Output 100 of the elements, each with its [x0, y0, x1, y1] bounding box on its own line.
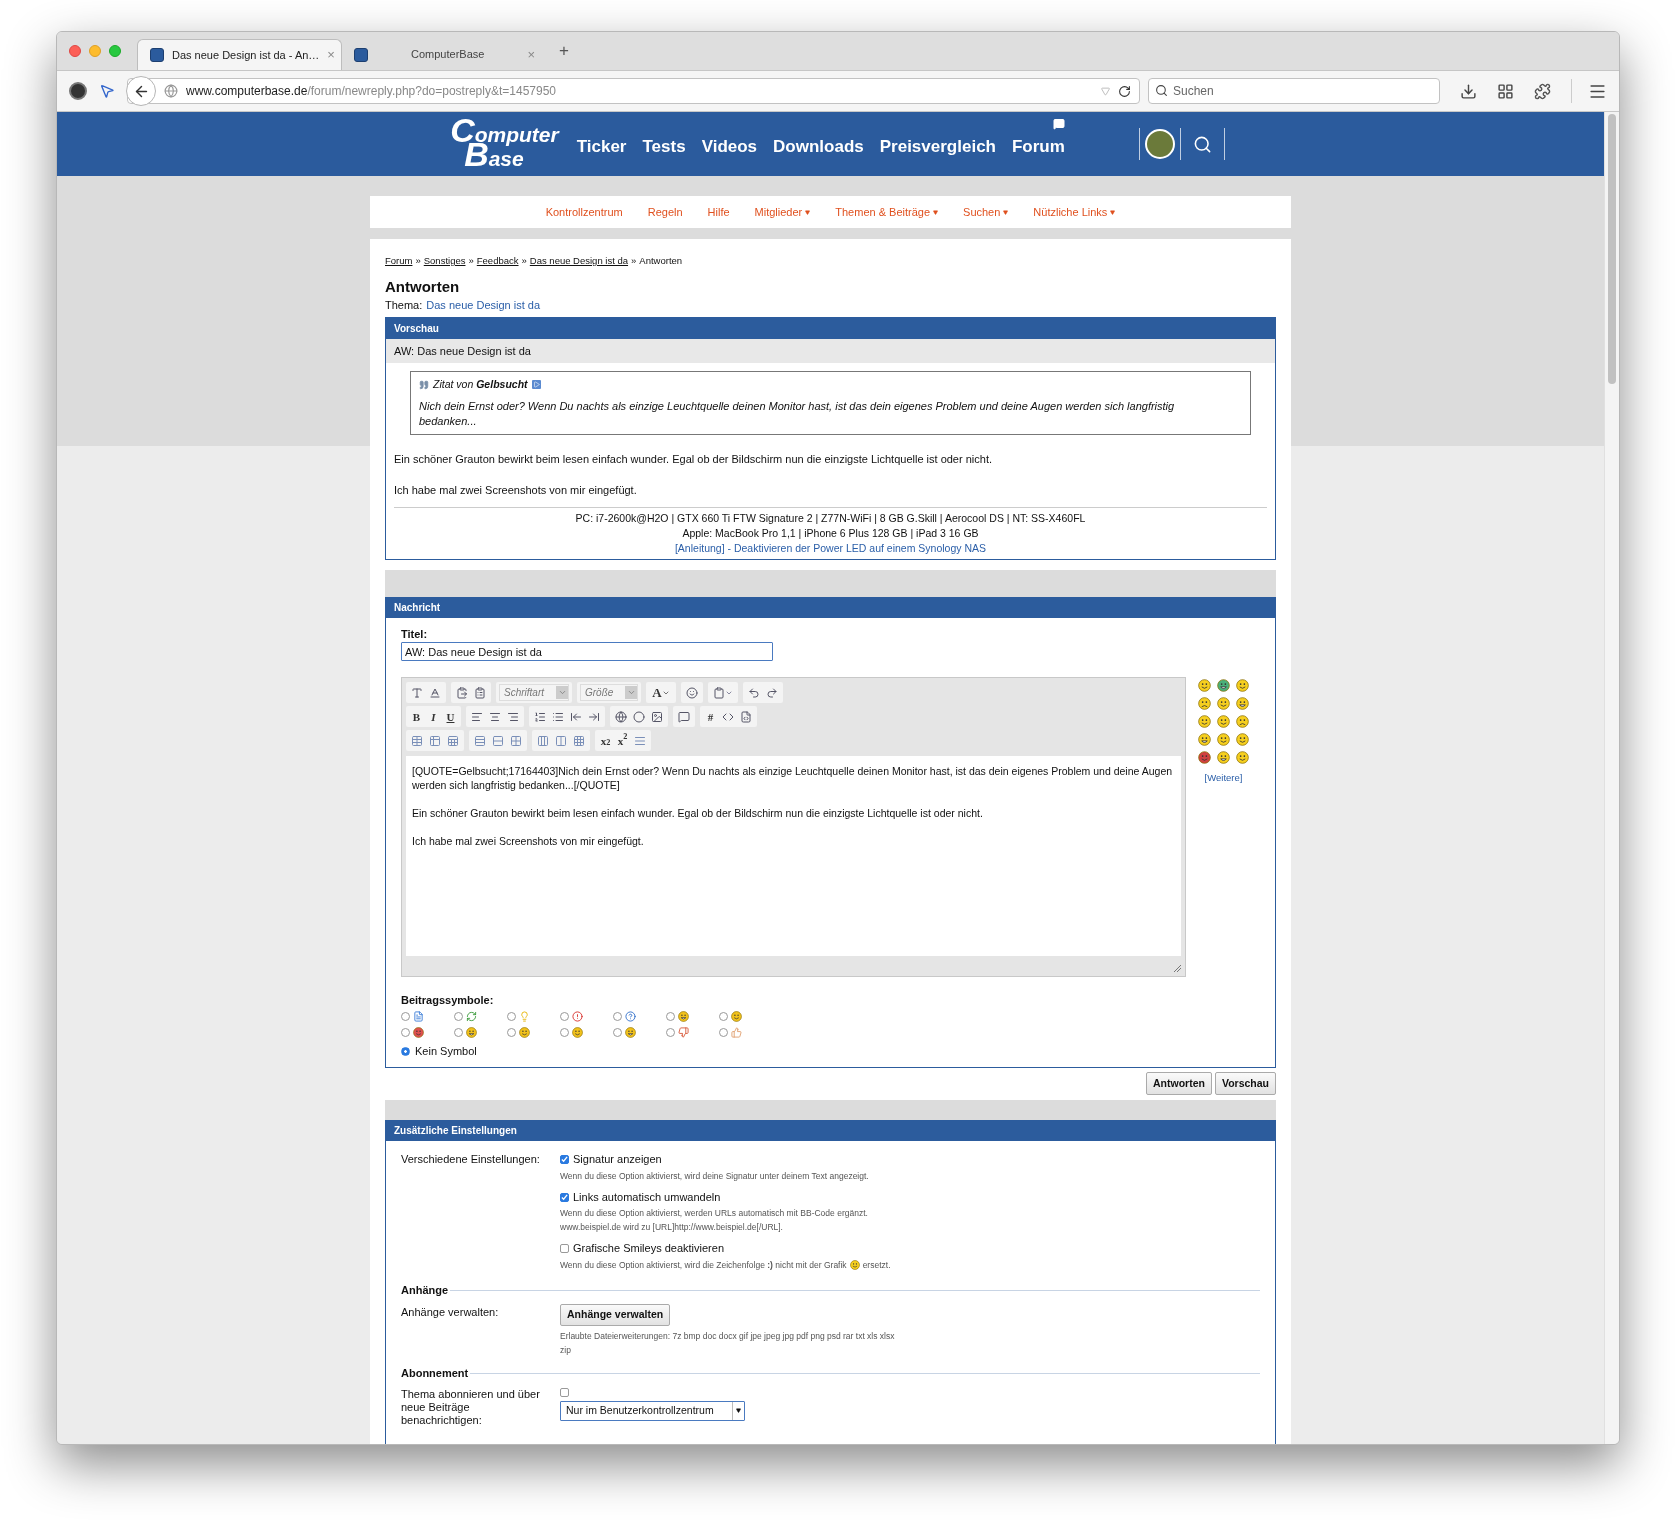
unlink-button[interactable] [631, 708, 647, 726]
radio-button[interactable] [560, 1011, 569, 1021]
download-icon[interactable] [1460, 82, 1477, 100]
paste-text-button[interactable] [472, 684, 488, 702]
radio-button[interactable] [719, 1011, 728, 1021]
sub-nav-link[interactable]: Hilfe [707, 203, 730, 221]
smiley-icon[interactable] [1236, 751, 1249, 765]
maximize-window-icon[interactable] [109, 45, 121, 57]
resize-handle-icon[interactable] [1173, 964, 1182, 974]
user-avatar[interactable] [1144, 129, 1175, 159]
nav-link[interactable]: Ticker [576, 137, 627, 157]
search-icon[interactable] [1192, 134, 1212, 154]
manage-attachments-button[interactable]: Anhänge verwalten [560, 1304, 671, 1327]
php-button[interactable] [738, 708, 754, 726]
radio-button[interactable] [613, 1027, 622, 1037]
link-button[interactable] [613, 708, 629, 726]
radio-button[interactable] [560, 1027, 569, 1037]
sub-nav-link[interactable]: Mitglieder [754, 203, 811, 221]
breadcrumb-link[interactable]: Forum [385, 254, 413, 269]
smiley-icon[interactable] [1236, 697, 1249, 711]
more-smilies-link[interactable]: [Weitere] [1204, 771, 1243, 786]
grid-icon[interactable] [1497, 82, 1514, 100]
format-button[interactable]: I [426, 708, 441, 726]
new-tab-button[interactable]: + [559, 38, 569, 64]
message-textarea[interactable]: [QUOTE=Gelbsucht;17164403]Nich dein Ernst oder? Wenn Du nachts als einzige Leuchtquelle deinen Monitor hast, ist das dein eigenes Problem und deine Augen werden sich langfristig bedanken...[/QUOTE] Ein schöner Grauton bewirkt beim lesen einfach wunder. Egal ob der Bildschirm nun die einzigste Lichtquelle ist oder nicht. Ich habe mal zwei Screenshots von mir eingefügt. [406, 756, 1181, 957]
smiley-icon[interactable] [1217, 679, 1230, 693]
notification-select[interactable]: Nur im Benutzerkontrollzentrum [560, 1400, 745, 1421]
go-to-post-icon[interactable] [531, 380, 541, 390]
tab-title: Das neue Design ist da - An… [172, 47, 320, 63]
smiley-icon[interactable] [1217, 715, 1230, 729]
radio-button[interactable] [507, 1011, 516, 1021]
breadcrumb-link[interactable]: Das neue Design ist da [529, 254, 629, 269]
text-color-button[interactable]: A [649, 684, 673, 702]
checkbox-label: Links automatisch umwandeln [573, 1189, 721, 1205]
sub-nav-link[interactable]: Themen & Beiträge [835, 203, 939, 221]
title-input[interactable]: AW: Das neue Design ist da [401, 642, 773, 662]
radio-button[interactable] [613, 1011, 622, 1021]
nav-link[interactable]: Downloads [773, 137, 864, 157]
format-button[interactable]: B [409, 708, 424, 726]
toolbar-select[interactable]: Größe [580, 684, 639, 702]
browser-tab[interactable]: Das neue Design ist da - An… × [137, 39, 342, 70]
breadcrumb-link[interactable]: Feedback [476, 254, 519, 269]
url-field[interactable]: www.computerbase.de/forum/newreply.php?do=postreply&t=1457950 [127, 78, 1140, 104]
back-button[interactable] [126, 76, 156, 106]
option-description: ersetzt. [862, 1258, 891, 1272]
nav-link[interactable]: Preisvergleich [879, 137, 996, 157]
checkbox[interactable] [560, 1155, 569, 1164]
radio-button[interactable] [401, 1027, 410, 1037]
signature-link[interactable]: [Anleitung] - Deaktivieren der Power LED auf einem Synology NAS [674, 540, 987, 556]
cursor-icon[interactable] [99, 83, 115, 99]
smiley-icon[interactable] [1236, 679, 1249, 693]
smiley-icon[interactable] [1236, 715, 1249, 729]
extension-icon[interactable] [1534, 82, 1551, 100]
checkbox[interactable] [560, 1387, 569, 1397]
caret-icon [736, 1408, 741, 1414]
format-button[interactable]: # [703, 708, 718, 726]
close-window-icon[interactable] [69, 45, 81, 57]
sub-nav-link[interactable]: Suchen [963, 203, 1009, 221]
radio-button[interactable] [666, 1011, 675, 1021]
topic-link[interactable]: Das neue Design ist da [426, 297, 541, 314]
radio-button[interactable] [666, 1027, 675, 1037]
smiley-icon[interactable] [1217, 751, 1230, 765]
radio-button[interactable] [401, 1046, 410, 1056]
smiley-icon[interactable] [1198, 733, 1211, 747]
row-delete-icon [510, 734, 522, 747]
column-left-icon [537, 734, 549, 747]
sub-nav-link[interactable]: Nützliche Links [1033, 203, 1116, 221]
reload-icon[interactable] [1118, 84, 1131, 98]
radio-button[interactable] [507, 1027, 516, 1037]
smiley-icon[interactable] [1198, 697, 1211, 711]
site-logo[interactable]: Computer Base [450, 113, 559, 171]
preview-button[interactable]: Vorschau [1214, 1072, 1276, 1096]
smiley-icon[interactable] [1236, 733, 1249, 747]
browser-tab[interactable]: ComputerBase × [342, 39, 547, 70]
checkbox[interactable] [560, 1244, 569, 1253]
extension-icon[interactable] [69, 82, 87, 100]
smiley-icon[interactable] [1198, 751, 1211, 765]
smiley-icon[interactable] [1217, 733, 1230, 747]
search-field[interactable]: Suchen [1148, 78, 1440, 104]
breadcrumb-link[interactable]: Sonstiges [423, 254, 466, 269]
smiley-icon[interactable] [1198, 715, 1211, 729]
smiley-icon[interactable] [1198, 679, 1211, 693]
sub-nav-link[interactable]: Kontrollzentrum [545, 203, 623, 221]
format-button[interactable]: x$^{2}$ [615, 732, 630, 750]
sub-nav-link[interactable]: Regeln [647, 203, 683, 221]
toolbar-select[interactable]: Schriftart [499, 684, 569, 702]
paste-button[interactable] [454, 684, 470, 702]
nav-link[interactable]: Tests [642, 137, 686, 157]
nav-link[interactable]: Forum [1012, 137, 1065, 157]
nav-link[interactable]: Videos [701, 137, 758, 157]
smiley-icon[interactable] [1217, 697, 1230, 711]
radio-button[interactable] [454, 1011, 463, 1021]
scrollbar-thumb[interactable] [1608, 114, 1616, 384]
radio-button[interactable] [401, 1011, 410, 1021]
reply-button[interactable]: Antworten [1146, 1072, 1212, 1096]
checkbox[interactable] [560, 1192, 569, 1202]
format-button[interactable]: U [443, 708, 458, 726]
radio-button[interactable] [454, 1027, 463, 1037]
radio-button[interactable] [719, 1027, 728, 1037]
format-button[interactable]: x$_{2}$ [598, 732, 613, 750]
